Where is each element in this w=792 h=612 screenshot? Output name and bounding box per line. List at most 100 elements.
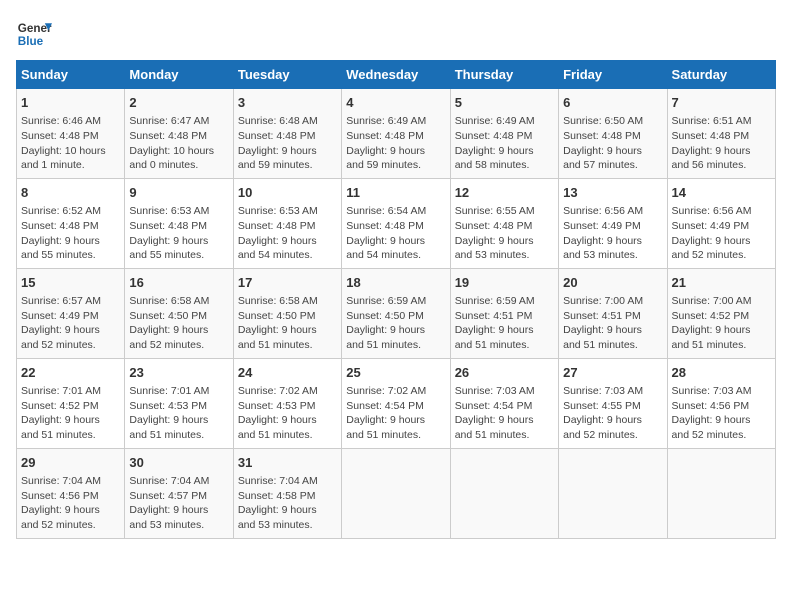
day-info: Sunrise: 7:00 AM Sunset: 4:51 PM Dayligh… bbox=[563, 294, 662, 353]
day-info: Sunrise: 7:01 AM Sunset: 4:53 PM Dayligh… bbox=[129, 384, 228, 443]
calendar-cell: 9Sunrise: 6:53 AM Sunset: 4:48 PM Daylig… bbox=[125, 178, 233, 268]
calendar-cell: 16 Sunrise: 6:58 AM Sunset: 4:50 PM Dayli… bbox=[125, 268, 233, 358]
calendar-cell: 17 Sunrise: 6:58 AM Sunset: 4:50 PM Dayli… bbox=[233, 268, 341, 358]
calendar-table: SundayMondayTuesdayWednesdayThursdayFrid… bbox=[16, 60, 776, 539]
day-info: Sunrise: 6:58 AM Sunset: 4:50 PM Dayligh… bbox=[238, 294, 337, 353]
day-info: Sunrise: 6:59 AM Sunset: 4:50 PM Dayligh… bbox=[346, 294, 445, 353]
logo: General Blue bbox=[16, 16, 52, 52]
column-header-saturday: Saturday bbox=[667, 61, 775, 89]
column-header-tuesday: Tuesday bbox=[233, 61, 341, 89]
calendar-cell bbox=[667, 448, 775, 538]
page-header: General Blue bbox=[16, 16, 776, 52]
calendar-cell: 28Sunrise: 7:03 AM Sunset: 4:56 PM Dayli… bbox=[667, 358, 775, 448]
day-number: 7 bbox=[672, 94, 771, 112]
day-number: 17 bbox=[238, 274, 337, 292]
calendar-header-row: SundayMondayTuesdayWednesdayThursdayFrid… bbox=[17, 61, 776, 89]
day-number: 11 bbox=[346, 184, 445, 202]
day-number: 12 bbox=[455, 184, 554, 202]
day-info: Sunrise: 7:04 AM Sunset: 4:57 PM Dayligh… bbox=[129, 474, 228, 533]
day-number: 13 bbox=[563, 184, 662, 202]
day-number: 30 bbox=[129, 454, 228, 472]
day-number: 22 bbox=[21, 364, 120, 382]
calendar-cell: 11Sunrise: 6:54 AM Sunset: 4:48 PM Dayli… bbox=[342, 178, 450, 268]
day-number: 14 bbox=[672, 184, 771, 202]
day-number: 26 bbox=[455, 364, 554, 382]
calendar-cell: 23 Sunrise: 7:01 AM Sunset: 4:53 PM Dayli… bbox=[125, 358, 233, 448]
calendar-week-row: 29 Sunrise: 7:04 AM Sunset: 4:56 PM Dayli… bbox=[17, 448, 776, 538]
calendar-cell: 30 Sunrise: 7:04 AM Sunset: 4:57 PM Dayli… bbox=[125, 448, 233, 538]
day-info: Sunrise: 7:01 AM Sunset: 4:52 PM Dayligh… bbox=[21, 384, 120, 443]
calendar-cell: 10Sunrise: 6:53 AM Sunset: 4:48 PM Dayli… bbox=[233, 178, 341, 268]
day-number: 18 bbox=[346, 274, 445, 292]
day-number: 29 bbox=[21, 454, 120, 472]
day-info: Sunrise: 6:49 AM Sunset: 4:48 PM Dayligh… bbox=[346, 114, 445, 173]
day-info: Sunrise: 6:49 AM Sunset: 4:48 PM Dayligh… bbox=[455, 114, 554, 173]
day-info: Sunrise: 6:48 AM Sunset: 4:48 PM Dayligh… bbox=[238, 114, 337, 173]
calendar-cell: 27 Sunrise: 7:03 AM Sunset: 4:55 PM Dayli… bbox=[559, 358, 667, 448]
day-number: 21 bbox=[672, 274, 771, 292]
calendar-week-row: 22 Sunrise: 7:01 AM Sunset: 4:52 PM Dayli… bbox=[17, 358, 776, 448]
day-number: 3 bbox=[238, 94, 337, 112]
day-number: 5 bbox=[455, 94, 554, 112]
calendar-cell: 25 Sunrise: 7:02 AM Sunset: 4:54 PM Dayli… bbox=[342, 358, 450, 448]
day-number: 20 bbox=[563, 274, 662, 292]
calendar-cell: 18 Sunrise: 6:59 AM Sunset: 4:50 PM Dayli… bbox=[342, 268, 450, 358]
calendar-cell: 24Sunrise: 7:02 AM Sunset: 4:53 PM Dayli… bbox=[233, 358, 341, 448]
calendar-cell: 1 Sunrise: 6:46 AM Sunset: 4:48 PM Daylig… bbox=[17, 89, 125, 179]
calendar-cell: 29 Sunrise: 7:04 AM Sunset: 4:56 PM Dayli… bbox=[17, 448, 125, 538]
calendar-cell: 6 Sunrise: 6:50 AM Sunset: 4:48 PM Daylig… bbox=[559, 89, 667, 179]
day-number: 15 bbox=[21, 274, 120, 292]
day-info: Sunrise: 7:00 AM Sunset: 4:52 PM Dayligh… bbox=[672, 294, 771, 353]
day-info: Sunrise: 7:02 AM Sunset: 4:54 PM Dayligh… bbox=[346, 384, 445, 443]
day-info: Sunrise: 6:52 AM Sunset: 4:48 PM Dayligh… bbox=[21, 204, 120, 263]
calendar-cell: 4 Sunrise: 6:49 AM Sunset: 4:48 PM Daylig… bbox=[342, 89, 450, 179]
day-info: Sunrise: 6:58 AM Sunset: 4:50 PM Dayligh… bbox=[129, 294, 228, 353]
column-header-sunday: Sunday bbox=[17, 61, 125, 89]
calendar-week-row: 8 Sunrise: 6:52 AM Sunset: 4:48 PM Daylig… bbox=[17, 178, 776, 268]
calendar-cell: 7Sunrise: 6:51 AM Sunset: 4:48 PM Daylig… bbox=[667, 89, 775, 179]
calendar-cell: 19 Sunrise: 6:59 AM Sunset: 4:51 PM Dayli… bbox=[450, 268, 558, 358]
day-number: 4 bbox=[346, 94, 445, 112]
calendar-week-row: 15Sunrise: 6:57 AM Sunset: 4:49 PM Dayli… bbox=[17, 268, 776, 358]
calendar-cell: 21 Sunrise: 7:00 AM Sunset: 4:52 PM Dayli… bbox=[667, 268, 775, 358]
column-header-thursday: Thursday bbox=[450, 61, 558, 89]
calendar-cell: 15Sunrise: 6:57 AM Sunset: 4:49 PM Dayli… bbox=[17, 268, 125, 358]
day-number: 25 bbox=[346, 364, 445, 382]
day-number: 16 bbox=[129, 274, 228, 292]
column-header-monday: Monday bbox=[125, 61, 233, 89]
day-info: Sunrise: 7:03 AM Sunset: 4:55 PM Dayligh… bbox=[563, 384, 662, 443]
day-number: 28 bbox=[672, 364, 771, 382]
calendar-cell bbox=[559, 448, 667, 538]
day-info: Sunrise: 6:59 AM Sunset: 4:51 PM Dayligh… bbox=[455, 294, 554, 353]
day-number: 19 bbox=[455, 274, 554, 292]
day-info: Sunrise: 7:03 AM Sunset: 4:54 PM Dayligh… bbox=[455, 384, 554, 443]
calendar-cell: 31 Sunrise: 7:04 AM Sunset: 4:58 PM Dayli… bbox=[233, 448, 341, 538]
day-number: 10 bbox=[238, 184, 337, 202]
day-number: 8 bbox=[21, 184, 120, 202]
calendar-cell bbox=[342, 448, 450, 538]
day-number: 6 bbox=[563, 94, 662, 112]
day-info: Sunrise: 7:02 AM Sunset: 4:53 PM Dayligh… bbox=[238, 384, 337, 443]
calendar-week-row: 1 Sunrise: 6:46 AM Sunset: 4:48 PM Daylig… bbox=[17, 89, 776, 179]
day-info: Sunrise: 6:56 AM Sunset: 4:49 PM Dayligh… bbox=[563, 204, 662, 263]
day-info: Sunrise: 6:55 AM Sunset: 4:48 PM Dayligh… bbox=[455, 204, 554, 263]
day-number: 1 bbox=[21, 94, 120, 112]
day-info: Sunrise: 6:50 AM Sunset: 4:48 PM Dayligh… bbox=[563, 114, 662, 173]
day-info: Sunrise: 7:04 AM Sunset: 4:56 PM Dayligh… bbox=[21, 474, 120, 533]
day-info: Sunrise: 6:46 AM Sunset: 4:48 PM Dayligh… bbox=[21, 114, 120, 173]
day-number: 9 bbox=[129, 184, 228, 202]
calendar-cell: 14 Sunrise: 6:56 AM Sunset: 4:49 PM Dayli… bbox=[667, 178, 775, 268]
day-number: 23 bbox=[129, 364, 228, 382]
day-info: Sunrise: 6:56 AM Sunset: 4:49 PM Dayligh… bbox=[672, 204, 771, 263]
day-number: 2 bbox=[129, 94, 228, 112]
column-header-friday: Friday bbox=[559, 61, 667, 89]
day-number: 31 bbox=[238, 454, 337, 472]
calendar-cell: 22 Sunrise: 7:01 AM Sunset: 4:52 PM Dayli… bbox=[17, 358, 125, 448]
calendar-cell: 8 Sunrise: 6:52 AM Sunset: 4:48 PM Daylig… bbox=[17, 178, 125, 268]
day-number: 27 bbox=[563, 364, 662, 382]
calendar-cell: 13 Sunrise: 6:56 AM Sunset: 4:49 PM Dayli… bbox=[559, 178, 667, 268]
svg-text:Blue: Blue bbox=[18, 35, 44, 48]
day-info: Sunrise: 7:04 AM Sunset: 4:58 PM Dayligh… bbox=[238, 474, 337, 533]
calendar-cell bbox=[450, 448, 558, 538]
logo-icon: General Blue bbox=[16, 16, 52, 52]
